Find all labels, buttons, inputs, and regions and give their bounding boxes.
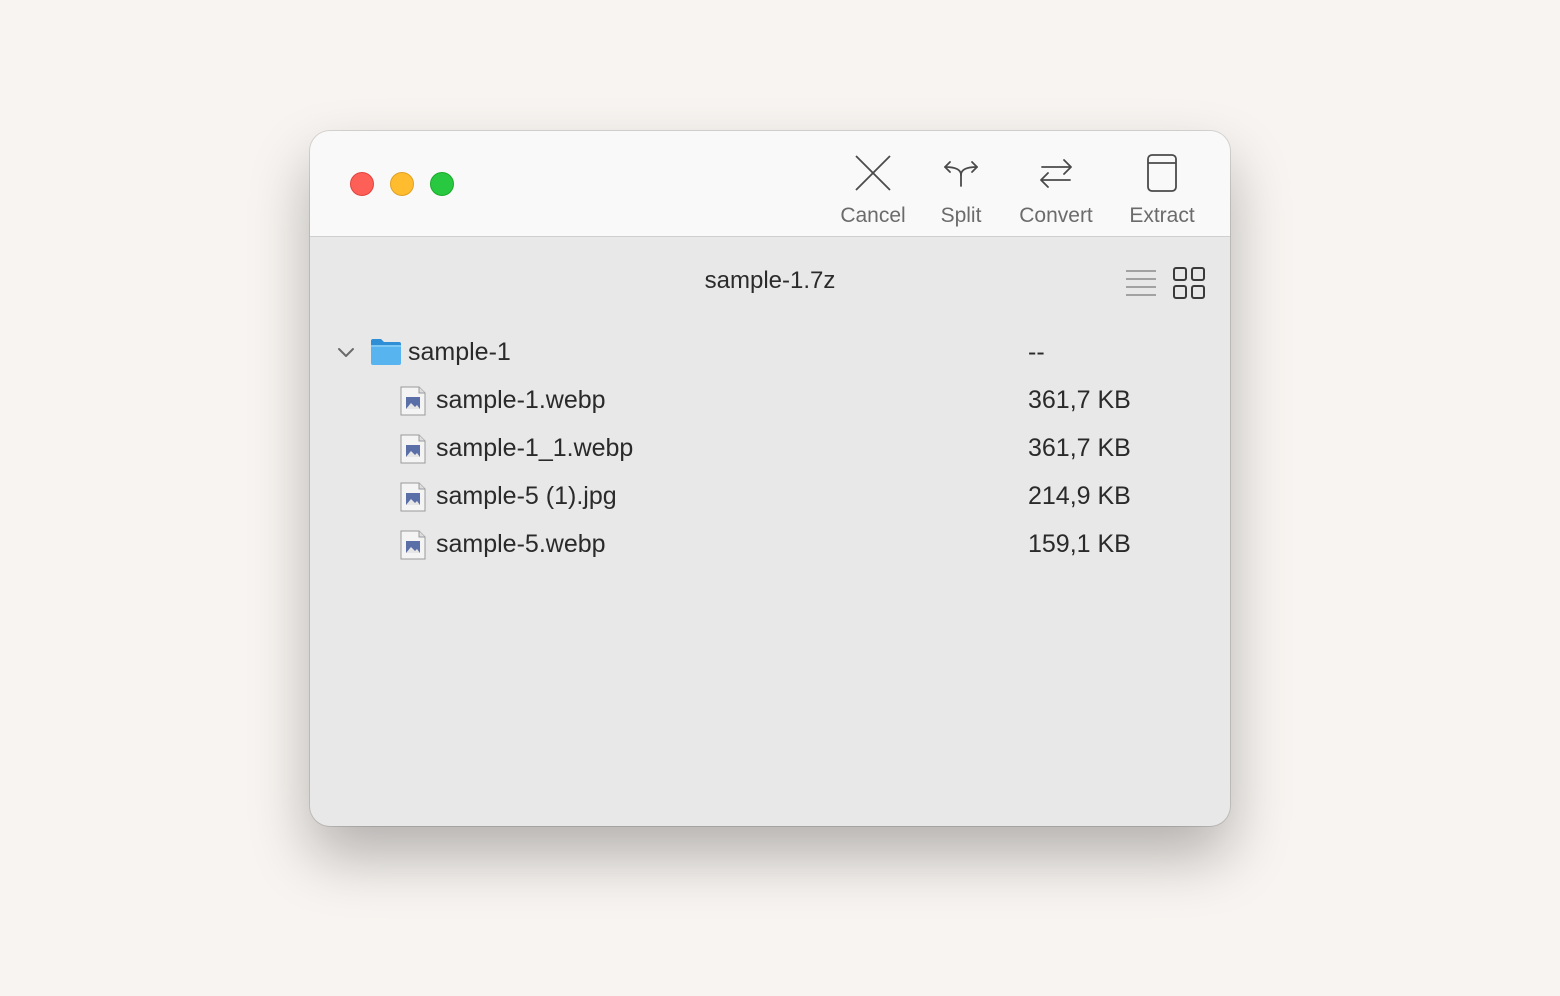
grid-view-button[interactable] xyxy=(1172,266,1206,300)
extract-label: Extract xyxy=(1129,204,1195,227)
image-file-icon xyxy=(400,434,426,464)
image-file-icon xyxy=(400,386,426,416)
archive-title: sample-1.7z xyxy=(704,267,836,294)
image-file-icon xyxy=(400,530,426,560)
file-size: 159,1 KB xyxy=(1028,530,1131,558)
archive-window: Cancel Split Convert Extract sample-1.7z… xyxy=(310,131,1230,826)
split-label: Split xyxy=(940,204,982,227)
file-name: sample-1.webp xyxy=(436,386,606,414)
convert-label: Convert xyxy=(1019,204,1093,227)
split-button[interactable]: Split xyxy=(928,151,994,231)
file-size: 214,9 KB xyxy=(1028,482,1131,510)
file-name: sample-5.webp xyxy=(436,530,606,558)
convert-arrows-icon xyxy=(1034,151,1078,195)
maximize-window-button[interactable] xyxy=(430,172,454,196)
image-file-icon xyxy=(400,482,426,512)
file-size: 361,7 KB xyxy=(1028,386,1131,414)
file-row[interactable]: sample-1.webp 361,7 KB xyxy=(310,377,1230,425)
file-row[interactable]: sample-1_1.webp 361,7 KB xyxy=(310,425,1230,473)
extract-button[interactable]: Extract xyxy=(1118,151,1206,231)
list-view-button[interactable] xyxy=(1124,266,1158,300)
convert-button[interactable]: Convert xyxy=(1006,151,1106,231)
folder-name: sample-1 xyxy=(408,338,511,366)
minimize-window-button[interactable] xyxy=(390,172,414,196)
close-window-button[interactable] xyxy=(350,172,374,196)
file-size: 361,7 KB xyxy=(1028,434,1131,462)
grid-view-icon xyxy=(1173,267,1205,299)
titlebar: Cancel Split Convert Extract xyxy=(310,131,1230,237)
file-name: sample-5 (1).jpg xyxy=(436,482,617,510)
file-row[interactable]: sample-5 (1).jpg 214,9 KB xyxy=(310,473,1230,521)
extract-box-icon xyxy=(1140,151,1184,195)
cancel-button[interactable]: Cancel xyxy=(830,151,916,231)
split-icon xyxy=(939,151,983,195)
folder-icon xyxy=(371,339,401,365)
folder-size: -- xyxy=(1028,338,1045,366)
chevron-down-icon[interactable] xyxy=(334,341,358,365)
list-view-icon xyxy=(1126,270,1156,296)
file-row[interactable]: sample-5.webp 159,1 KB xyxy=(310,521,1230,569)
folder-row[interactable]: sample-1 -- xyxy=(310,329,1230,377)
close-icon xyxy=(851,151,895,195)
file-name: sample-1_1.webp xyxy=(436,434,634,462)
cancel-label: Cancel xyxy=(840,204,906,227)
